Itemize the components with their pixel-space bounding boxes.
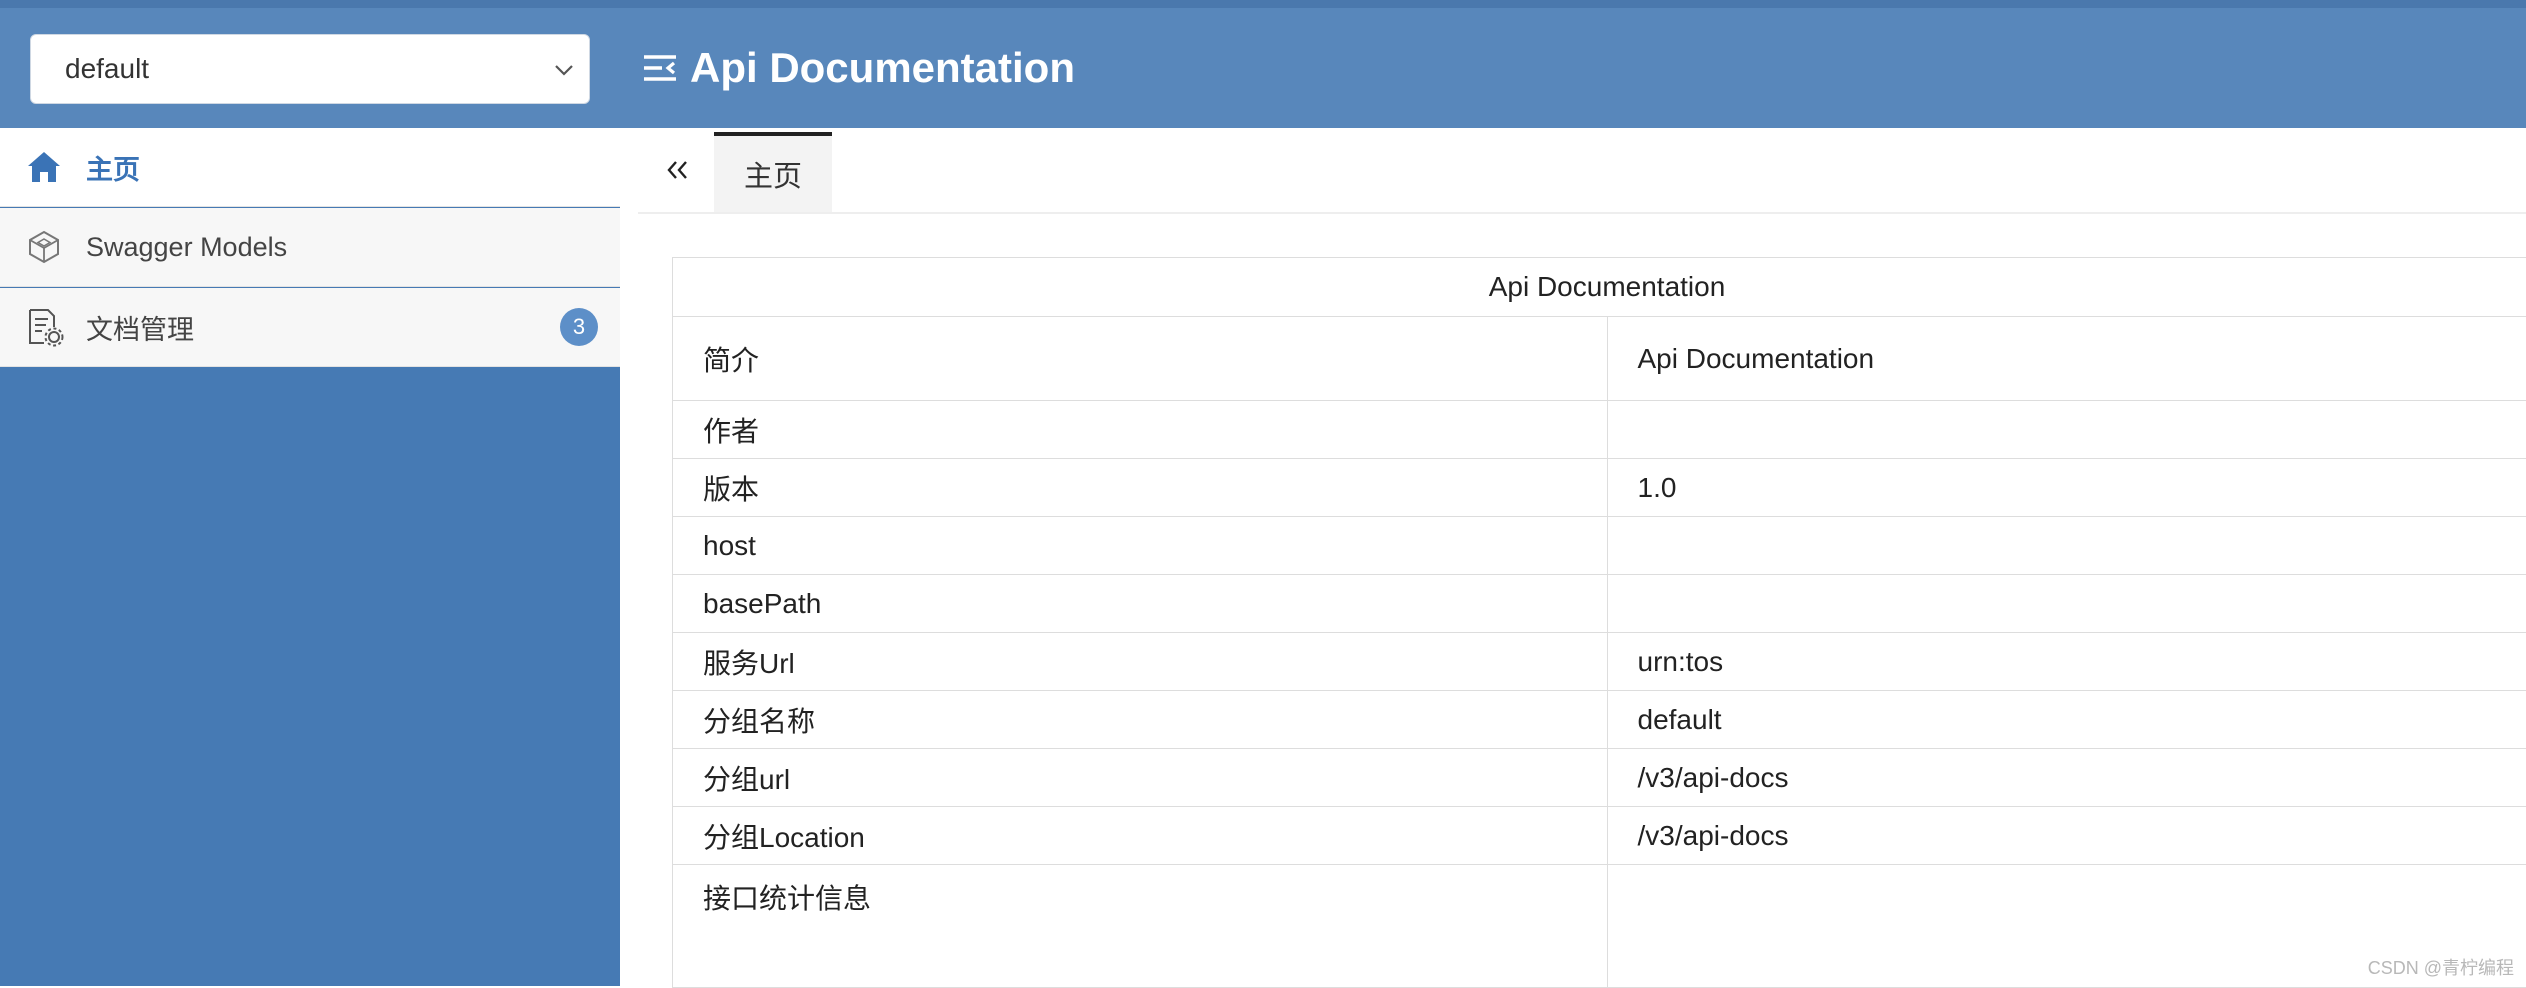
doc-settings-icon (24, 307, 64, 347)
chevron-down-icon (549, 55, 579, 85)
table-row: 服务Url urn:tos (673, 633, 2526, 691)
group-select-value: default (65, 53, 149, 85)
row-key: 服务Url (673, 633, 1608, 691)
tab-label: 主页 (744, 153, 802, 195)
sidebar-item-label: 文档管理 (86, 308, 194, 347)
group-select[interactable]: default (30, 34, 590, 104)
watermark: CSDN @青柠编程 (2368, 954, 2514, 980)
sidebar-item-label: 主页 (86, 148, 140, 187)
row-key: 作者 (673, 401, 1608, 459)
table-row: 简介 Api Documentation (673, 317, 2526, 401)
table-row: basePath (673, 575, 2526, 633)
sidebar-item-home[interactable]: 主页 (0, 128, 620, 207)
count-badge: 3 (560, 308, 598, 346)
header-bar: default Api Documentation (0, 8, 2526, 128)
row-value: 1.0 (1607, 459, 2526, 517)
sidebar: 主页 Swagger Models 文档管理 3 (0, 128, 620, 986)
models-cube-icon (24, 227, 64, 267)
row-key: 分组url (673, 749, 1608, 807)
row-key: 简介 (673, 317, 1608, 401)
tabs-bar: 主页 (638, 128, 2526, 214)
row-value: Api Documentation (1607, 317, 2526, 401)
row-value: /v3/api-docs (1607, 807, 2526, 865)
row-value: /v3/api-docs (1607, 749, 2526, 807)
menu-toggle-icon[interactable] (640, 48, 680, 88)
row-key: basePath (673, 575, 1608, 633)
table-row: 分组url /v3/api-docs (673, 749, 2526, 807)
row-key: 接口统计信息 (673, 865, 1608, 988)
row-value (1607, 401, 2526, 459)
table-row: 分组Location /v3/api-docs (673, 807, 2526, 865)
table-row: 作者 (673, 401, 2526, 459)
row-value (1607, 575, 2526, 633)
table-row: 接口统计信息 (673, 865, 2526, 988)
collapse-sidebar-button[interactable] (638, 128, 718, 212)
double-chevron-left-icon (663, 155, 693, 185)
row-key: 分组Location (673, 807, 1608, 865)
row-key: host (673, 517, 1608, 575)
home-icon (24, 147, 64, 187)
row-value: urn:tos (1607, 633, 2526, 691)
sidebar-item-swagger-models[interactable]: Swagger Models (0, 208, 620, 287)
api-info-table: Api Documentation 简介 Api Documentation 作… (672, 257, 2526, 988)
tab-home[interactable]: 主页 (714, 132, 832, 212)
sidebar-item-label: Swagger Models (86, 232, 287, 263)
table-row: 分组名称 default (673, 691, 2526, 749)
page-title: Api Documentation (640, 32, 1075, 104)
table-row: 版本 1.0 (673, 459, 2526, 517)
row-value (1607, 517, 2526, 575)
page-title-text: Api Documentation (690, 44, 1075, 92)
row-value: default (1607, 691, 2526, 749)
row-key: 版本 (673, 459, 1608, 517)
row-key: 分组名称 (673, 691, 1608, 749)
table-caption: Api Documentation (673, 258, 2526, 317)
table-row: host (673, 517, 2526, 575)
sidebar-item-doc-management[interactable]: 文档管理 3 (0, 288, 620, 367)
header-top-border (0, 0, 2526, 8)
